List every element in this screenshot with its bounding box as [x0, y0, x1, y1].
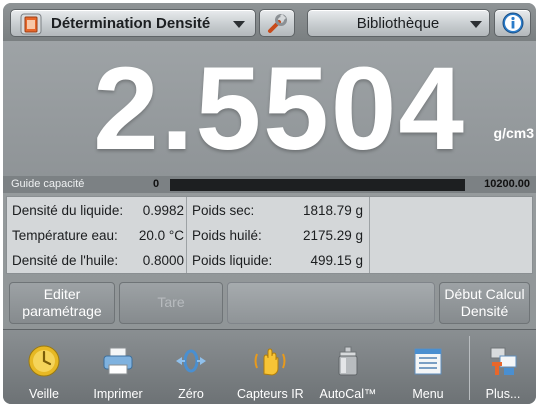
- density-app-icon: [20, 13, 42, 35]
- wrench-icon: [268, 13, 287, 33]
- balance-screen: Détermination Densité Bibliothèque 2.550…: [3, 3, 536, 404]
- zero-icon: [176, 349, 206, 373]
- more-label: Plus...: [485, 387, 521, 401]
- zero-label: Zéro: [178, 387, 204, 401]
- oiled-weight-row: Poids huilé: 2175.29 g: [187, 222, 369, 247]
- blank-softkey: [227, 282, 435, 324]
- tools-button[interactable]: [259, 9, 295, 37]
- oil-density-label: Densité de l'huile:: [12, 253, 119, 268]
- water-temperature-value: 20.0 °C: [138, 228, 184, 243]
- ir-sensor-hand-icon: [254, 348, 286, 376]
- standby-icon: [28, 345, 60, 377]
- oiled-weight-label: Poids huilé:: [192, 228, 262, 243]
- edit-settings-button[interactable]: Editer paramétrage: [9, 282, 115, 324]
- printer-icon: [103, 347, 133, 375]
- chevron-down-icon: [470, 21, 482, 28]
- tare-button[interactable]: Tare: [119, 282, 223, 324]
- oil-density-value: 0.8000: [142, 253, 184, 268]
- weight-readout-area: 2.5504 g/cm3: [3, 41, 536, 176]
- application-mode-label: Détermination Densité: [51, 15, 211, 32]
- dry-weight-value: 1818.79 g: [302, 203, 363, 218]
- standby-label: Veille: [29, 387, 59, 401]
- edit-settings-label-line1: Editer: [43, 286, 81, 302]
- capacity-max: 10200.00: [484, 178, 530, 190]
- menu-icon: [414, 348, 442, 375]
- calibration-weight-icon: [338, 346, 358, 376]
- parameters-column: Densité du liquide: 0.9982 Température e…: [7, 197, 187, 273]
- more-button[interactable]: Plus...: [470, 330, 536, 404]
- liquid-weight-value: 499.15 g: [310, 253, 363, 268]
- ir-sensors-label: Capteurs IR: [237, 387, 304, 401]
- density-result-value: 2.5504: [93, 43, 466, 175]
- oiled-weight-value: 2175.29 g: [302, 228, 363, 243]
- water-temperature-row: Température eau: 20.0 °C: [7, 222, 186, 247]
- density-unit: g/cm3: [493, 125, 534, 141]
- dry-weight-row: Poids sec: 1818.79 g: [187, 197, 369, 222]
- print-label: Imprimer: [93, 387, 143, 401]
- water-temperature-label: Température eau:: [12, 228, 118, 243]
- start-calc-label-line2: Densité: [460, 303, 509, 319]
- liquid-density-label: Densité du liquide:: [12, 203, 124, 218]
- oil-density-row: Densité de l'huile: 0.8000: [7, 247, 186, 272]
- top-bar: Détermination Densité Bibliothèque: [3, 3, 536, 41]
- standby-button[interactable]: Veille: [11, 330, 77, 404]
- print-button[interactable]: Imprimer: [85, 330, 151, 404]
- info-button[interactable]: [494, 9, 531, 37]
- chevron-down-icon: [233, 21, 245, 28]
- library-dropdown[interactable]: Bibliothèque: [307, 9, 490, 37]
- tare-label: Tare: [157, 294, 185, 310]
- info-icon: [502, 12, 524, 34]
- density-info-panel: Densité du liquide: 0.9982 Température e…: [6, 196, 533, 274]
- dry-weight-label: Poids sec:: [192, 203, 255, 218]
- library-label: Bibliothèque: [356, 15, 440, 32]
- capacity-bar: [170, 179, 465, 191]
- capacity-guide: Guide capacité 0 10200.00: [3, 176, 536, 193]
- bottom-toolbar: Veille Imprimer Zéro Capteurs IR AutoCal…: [3, 329, 536, 404]
- capacity-min: 0: [153, 178, 160, 190]
- action-bar: Editer paramétrage Tare Début Calcul Den…: [3, 279, 536, 327]
- start-calc-label-line1: Début Calcul: [444, 286, 525, 302]
- autocal-button[interactable]: AutoCal™: [315, 330, 381, 404]
- application-mode-dropdown[interactable]: Détermination Densité: [10, 9, 256, 37]
- edit-settings-label-line2: paramétrage: [22, 303, 102, 319]
- menu-button[interactable]: Menu: [395, 330, 461, 404]
- more-icon: [490, 347, 517, 375]
- weights-column: Poids sec: 1818.79 g Poids huilé: 2175.2…: [187, 197, 370, 273]
- start-density-calculation-button[interactable]: Début Calcul Densité: [439, 282, 530, 324]
- autocal-label: AutoCal™: [319, 387, 377, 401]
- empty-info-column: [370, 197, 532, 273]
- ir-sensors-button[interactable]: Capteurs IR: [237, 330, 304, 404]
- liquid-density-row: Densité du liquide: 0.9982: [7, 197, 186, 222]
- liquid-density-value: 0.9982: [142, 203, 184, 218]
- liquid-weight-label: Poids liquide:: [192, 253, 273, 268]
- liquid-weight-row: Poids liquide: 499.15 g: [187, 247, 369, 272]
- capacity-guide-label: Guide capacité: [11, 178, 85, 190]
- menu-label: Menu: [412, 387, 444, 401]
- zero-button[interactable]: Zéro: [158, 330, 224, 404]
